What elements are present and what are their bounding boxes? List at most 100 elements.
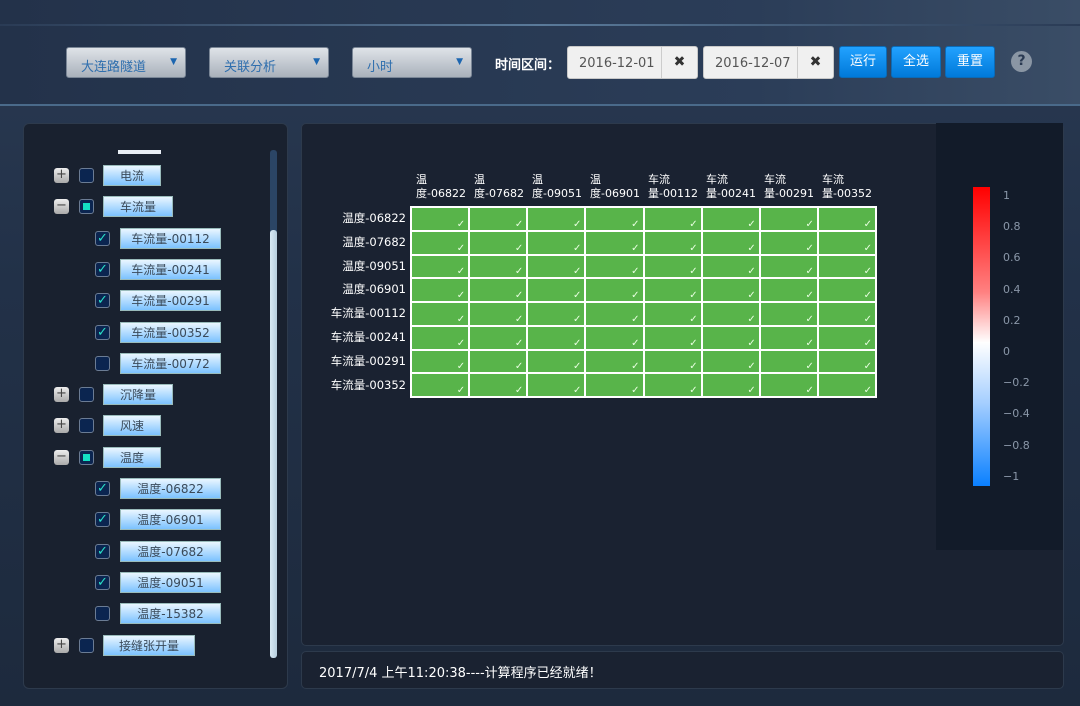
tree-scrollbar[interactable] <box>270 150 277 658</box>
tree-item-label[interactable]: 车流量-00291 <box>120 290 221 312</box>
tree-checkbox[interactable] <box>79 449 94 465</box>
tree-checkbox[interactable]: ✓ <box>95 293 110 309</box>
help-icon[interactable]: ? <box>1011 51 1032 72</box>
heatmap-cell[interactable]: ✓ <box>760 208 817 230</box>
expand-icon[interactable]: + <box>54 387 69 403</box>
heatmap-cell[interactable]: ✓ <box>412 326 469 349</box>
heatmap-cell[interactable]: ✓ <box>528 374 585 396</box>
run-button[interactable]: 运行 <box>839 46 887 78</box>
heatmap-cell[interactable]: ✓ <box>818 208 875 230</box>
heatmap-cell[interactable]: ✓ <box>470 231 527 254</box>
heatmap-cell[interactable]: ✓ <box>528 350 585 373</box>
heatmap-cell[interactable]: ✓ <box>760 231 817 254</box>
collapse-icon[interactable]: − <box>54 199 69 215</box>
heatmap-cell[interactable]: ✓ <box>644 303 701 325</box>
heatmap-cell[interactable]: ✓ <box>760 279 817 301</box>
heatmap-cell[interactable]: ✓ <box>412 208 469 230</box>
select-all-button[interactable]: 全选 <box>891 46 941 78</box>
heatmap-cell[interactable]: ✓ <box>470 303 527 325</box>
tree-item-label[interactable]: 温度-07682 <box>120 540 221 562</box>
tree-checkbox[interactable] <box>79 637 94 653</box>
heatmap-cell[interactable]: ✓ <box>586 231 643 254</box>
tree-item-label[interactable]: 温度-06822 <box>120 478 221 499</box>
granularity-select[interactable]: 小时 ▼ <box>352 47 472 78</box>
heatmap-cell[interactable]: ✓ <box>528 255 585 278</box>
tree-item-label[interactable]: 车流量 <box>103 196 173 218</box>
heatmap-cell[interactable]: ✓ <box>818 255 875 278</box>
heatmap-cell[interactable]: ✓ <box>470 350 527 373</box>
heatmap-cell[interactable]: ✓ <box>528 279 585 301</box>
analysis-select[interactable]: 关联分析 ▼ <box>209 47 329 78</box>
tree-checkbox[interactable] <box>79 199 94 215</box>
tree-item-label[interactable]: 沉降量 <box>103 384 173 406</box>
heatmap-cell[interactable]: ✓ <box>818 350 875 373</box>
expand-icon[interactable]: + <box>54 637 69 653</box>
heatmap-cell[interactable]: ✓ <box>702 279 759 301</box>
heatmap-cell[interactable]: ✓ <box>818 303 875 325</box>
end-date-field[interactable]: 2016-12-07 ✖ <box>703 46 834 79</box>
heatmap-cell[interactable]: ✓ <box>470 374 527 396</box>
scrollbar-thumb[interactable] <box>270 230 277 658</box>
heatmap-cell[interactable]: ✓ <box>702 326 759 349</box>
tree-checkbox[interactable] <box>79 168 94 183</box>
heatmap-cell[interactable]: ✓ <box>760 326 817 349</box>
reset-button[interactable]: 重置 <box>945 46 995 78</box>
heatmap-cell[interactable]: ✓ <box>470 279 527 301</box>
site-select[interactable]: 大连路隧道 ▼ <box>66 47 186 78</box>
heatmap-cell[interactable]: ✓ <box>528 303 585 325</box>
heatmap-cell[interactable]: ✓ <box>528 231 585 254</box>
heatmap-cell[interactable]: ✓ <box>760 255 817 278</box>
tree-checkbox[interactable] <box>95 606 110 622</box>
tree-item-label[interactable]: 电流 <box>103 165 161 186</box>
heatmap-cell[interactable]: ✓ <box>470 208 527 230</box>
heatmap-cell[interactable]: ✓ <box>818 279 875 301</box>
tree-checkbox[interactable]: ✓ <box>95 574 110 590</box>
heatmap-cell[interactable]: ✓ <box>586 208 643 230</box>
tree-checkbox[interactable]: ✓ <box>95 230 110 246</box>
tree-item-label[interactable]: 温度 <box>103 446 161 468</box>
heatmap-cell[interactable]: ✓ <box>818 231 875 254</box>
heatmap-cell[interactable]: ✓ <box>470 326 527 349</box>
heatmap-cell[interactable]: ✓ <box>702 374 759 396</box>
tree-item-label[interactable]: 温度-09051 <box>120 571 221 593</box>
heatmap-cell[interactable]: ✓ <box>586 255 643 278</box>
tree-item-label[interactable]: 车流量-00241 <box>120 258 221 280</box>
tree-checkbox[interactable]: ✓ <box>95 512 110 528</box>
heatmap-cell[interactable]: ✓ <box>818 326 875 349</box>
heatmap-cell[interactable]: ✓ <box>412 255 469 278</box>
clear-end-date-icon[interactable]: ✖ <box>797 47 833 78</box>
heatmap-cell[interactable]: ✓ <box>644 208 701 230</box>
heatmap-cell[interactable]: ✓ <box>644 326 701 349</box>
heatmap-cell[interactable]: ✓ <box>412 350 469 373</box>
tree-checkbox[interactable]: ✓ <box>95 543 110 559</box>
heatmap-cell[interactable]: ✓ <box>644 350 701 373</box>
tree-checkbox[interactable]: ✓ <box>95 481 110 496</box>
heatmap-cell[interactable]: ✓ <box>760 303 817 325</box>
tree-item-label[interactable]: 车流量-00352 <box>120 321 221 343</box>
heatmap-cell[interactable]: ✓ <box>818 374 875 396</box>
heatmap-cell[interactable]: ✓ <box>644 231 701 254</box>
tree-item-label[interactable]: 温度-06901 <box>120 509 221 531</box>
tree-item-label[interactable]: 接缝张开量 <box>103 634 195 656</box>
heatmap-cell[interactable]: ✓ <box>644 279 701 301</box>
tree-item-label[interactable]: 车流量-00112 <box>120 227 221 249</box>
heatmap-cell[interactable]: ✓ <box>760 350 817 373</box>
tree-checkbox[interactable] <box>95 355 110 371</box>
tree-checkbox[interactable] <box>79 418 94 434</box>
heatmap-cell[interactable]: ✓ <box>470 255 527 278</box>
tree-item-label[interactable]: 风速 <box>103 415 161 437</box>
tree-item-label[interactable]: 温度-15382 <box>120 603 221 625</box>
heatmap-cell[interactable]: ✓ <box>586 374 643 396</box>
heatmap-cell[interactable]: ✓ <box>702 255 759 278</box>
clear-start-date-icon[interactable]: ✖ <box>661 47 697 78</box>
heatmap-cell[interactable]: ✓ <box>586 326 643 349</box>
heatmap-cell[interactable]: ✓ <box>644 374 701 396</box>
heatmap-cell[interactable]: ✓ <box>528 326 585 349</box>
heatmap-cell[interactable]: ✓ <box>586 350 643 373</box>
expand-icon[interactable]: + <box>54 418 69 434</box>
expand-icon[interactable]: + <box>54 168 69 183</box>
heatmap-cell[interactable]: ✓ <box>412 374 469 396</box>
heatmap-cell[interactable]: ✓ <box>702 208 759 230</box>
tree-checkbox[interactable]: ✓ <box>95 324 110 340</box>
tree-item-label[interactable]: 车流量-00772 <box>120 352 221 374</box>
